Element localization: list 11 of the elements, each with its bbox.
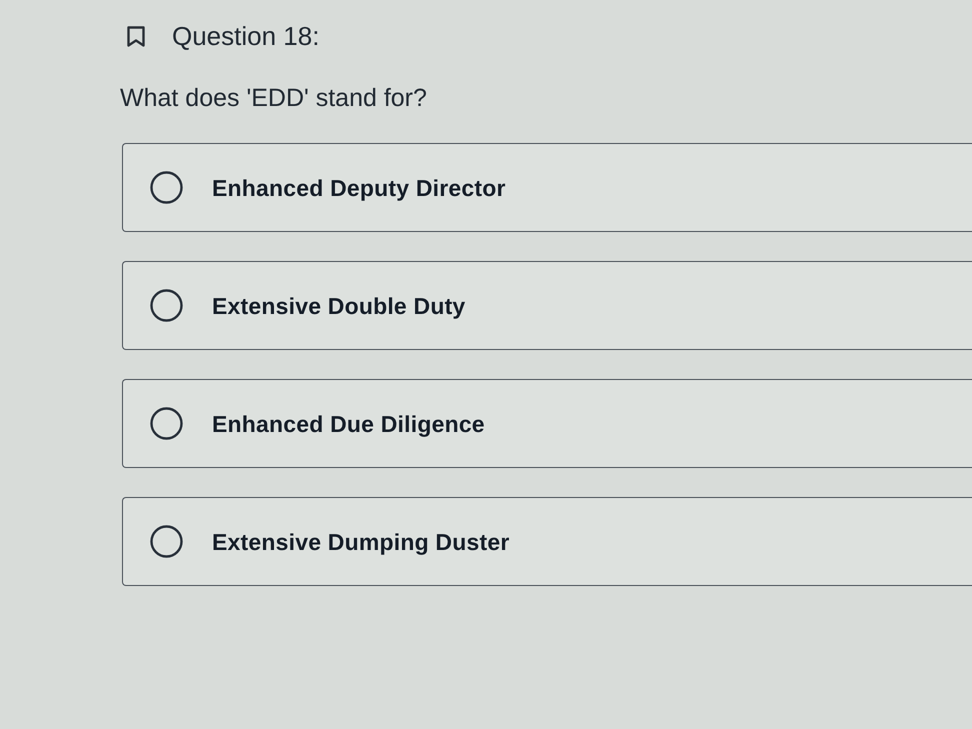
answer-option[interactable]: Extensive Double Duty xyxy=(122,261,972,350)
answer-option[interactable]: Enhanced Due Diligence xyxy=(122,379,972,468)
radio-button[interactable] xyxy=(150,171,183,204)
answer-option[interactable]: Enhanced Deputy Director xyxy=(122,143,972,232)
radio-button[interactable] xyxy=(150,407,183,440)
question-number: Question 18: xyxy=(172,20,320,52)
bookmark-icon[interactable] xyxy=(127,26,145,46)
radio-button[interactable] xyxy=(150,289,183,322)
question-text: What does 'EDD' stand for? xyxy=(120,83,428,113)
radio-button[interactable] xyxy=(150,525,183,558)
answer-option[interactable]: Extensive Dumping Duster xyxy=(122,497,972,586)
